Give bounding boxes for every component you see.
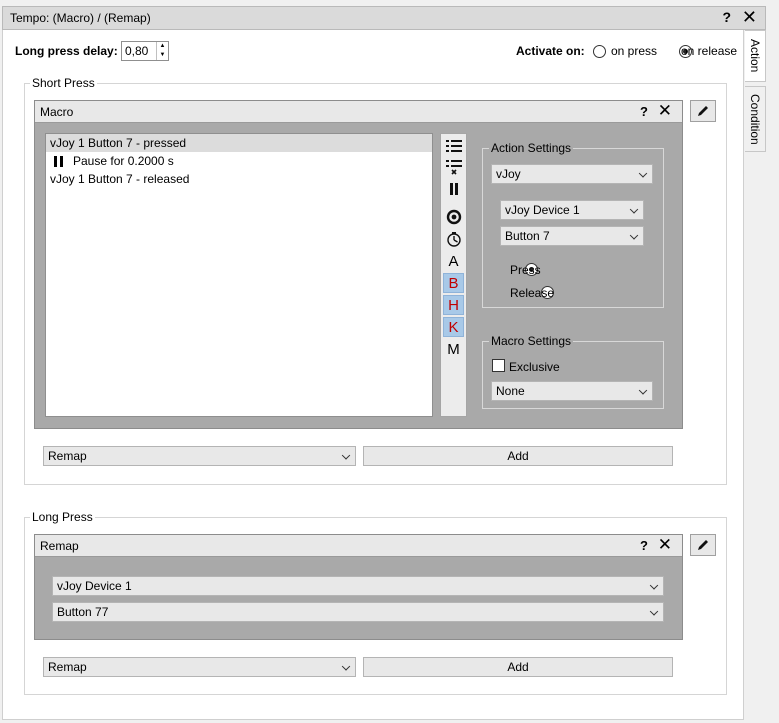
radio-release-label: Release (510, 286, 555, 300)
button-value: Button 7 (505, 229, 550, 243)
radio-press-label: Press (510, 263, 541, 277)
letter-h-icon[interactable]: H (443, 295, 464, 315)
chevron-down-icon (638, 386, 648, 395)
long-press-title: Long Press (30, 510, 95, 524)
action-type-select[interactable]: vJoy (491, 164, 653, 184)
add-button-label: Add (507, 660, 529, 674)
short-press-action-select[interactable]: Remap (43, 446, 356, 466)
spin-down-icon[interactable]: ▼ (157, 51, 168, 60)
chevron-down-icon (638, 169, 648, 178)
device-select[interactable]: vJoy Device 1 (500, 200, 644, 220)
radio-on-press-label: on press (611, 44, 658, 58)
help-icon[interactable]: ? (640, 538, 648, 553)
list-item[interactable]: vJoy 1 Button 7 - released (46, 170, 432, 188)
close-icon[interactable]: ✕ (658, 535, 672, 555)
letter-a-icon[interactable]: A (443, 251, 464, 271)
list-remove-icon[interactable] (443, 157, 464, 177)
macro-item-label: vJoy 1 Button 7 - released (50, 172, 190, 186)
chevron-down-icon (341, 451, 351, 460)
device-value: vJoy Device 1 (505, 203, 580, 217)
list-item[interactable]: Pause for 0.2000 s (46, 152, 432, 170)
action-type-value: vJoy (496, 167, 521, 181)
add-button-label: Add (507, 449, 529, 463)
macro-mode-value: None (496, 384, 525, 398)
remap-button-value: Button 77 (57, 605, 109, 619)
exclusive-label: Exclusive (509, 360, 560, 374)
remap-panel-header: Remap ? ✕ (35, 535, 682, 557)
chevron-down-icon (629, 231, 639, 240)
action-settings-title: Action Settings (489, 141, 574, 155)
list-add-icon[interactable] (443, 136, 464, 156)
spin-arrows[interactable]: ▲ ▼ (156, 42, 168, 60)
window-titlebar: Tempo: (Macro) / (Remap) ? ✕ (2, 6, 766, 30)
chevron-down-icon (649, 607, 659, 616)
timer-icon[interactable] (443, 229, 464, 249)
edit-button[interactable] (690, 534, 716, 556)
tab-condition-label: Condition (748, 93, 762, 145)
macro-panel-title: Macro (40, 104, 74, 119)
macro-item-label: Pause for 0.2000 s (73, 154, 174, 168)
window-title: Tempo: (Macro) / (Remap) (10, 11, 151, 25)
long-press-action-select[interactable]: Remap (43, 657, 356, 677)
pause-icon (54, 155, 63, 167)
help-icon[interactable]: ? (722, 9, 731, 25)
list-item[interactable]: vJoy 1 Button 7 - pressed (46, 134, 432, 152)
macro-mode-select[interactable]: None (491, 381, 653, 401)
button-select[interactable]: Button 7 (500, 226, 644, 246)
remap-panel-title: Remap (40, 538, 79, 553)
help-icon[interactable]: ? (640, 104, 648, 119)
chevron-down-icon (341, 662, 351, 671)
record-icon[interactable] (443, 207, 464, 227)
edit-button[interactable] (690, 100, 716, 122)
macro-item-label: vJoy 1 Button 7 - pressed (50, 136, 187, 150)
remap-button-select[interactable]: Button 77 (52, 602, 664, 622)
macro-list[interactable]: vJoy 1 Button 7 - pressed Pause for 0.20… (45, 133, 433, 417)
add-button[interactable]: Add (363, 446, 673, 466)
long-press-delay-label: Long press delay: (15, 44, 118, 58)
short-press-action-value: Remap (48, 449, 87, 463)
macro-panel-header: Macro ? ✕ (35, 101, 682, 123)
spin-up-icon[interactable]: ▲ (157, 42, 168, 51)
tab-condition[interactable]: Condition (745, 86, 766, 152)
short-press-title: Short Press (30, 76, 97, 90)
letter-m-icon[interactable]: M (443, 339, 464, 359)
pause-icon[interactable] (443, 179, 464, 199)
tab-action[interactable]: Action (745, 30, 766, 82)
macro-settings-title: Macro Settings (489, 334, 574, 348)
long-press-action-value: Remap (48, 660, 87, 674)
remap-device-value: vJoy Device 1 (57, 579, 132, 593)
close-icon[interactable]: ✕ (742, 7, 757, 28)
radio-on-release-label: on release (681, 44, 738, 58)
macro-toolbar: A B H K M (440, 133, 467, 417)
exclusive-checkbox[interactable] (492, 359, 505, 372)
long-press-delay-value: 0,80 (125, 44, 149, 58)
chevron-down-icon (629, 205, 639, 214)
add-button[interactable]: Add (363, 657, 673, 677)
close-icon[interactable]: ✕ (658, 101, 672, 121)
tab-action-label: Action (748, 39, 762, 73)
long-press-delay-spinbox[interactable]: 0,80 ▲ ▼ (121, 41, 169, 61)
activate-on-label: Activate on: (516, 44, 585, 58)
letter-k-icon[interactable]: K (443, 317, 464, 337)
chevron-down-icon (649, 581, 659, 590)
letter-b-icon[interactable]: B (443, 273, 464, 293)
pencil-icon (698, 540, 708, 550)
pencil-icon (698, 106, 708, 116)
remap-device-select[interactable]: vJoy Device 1 (52, 576, 664, 596)
